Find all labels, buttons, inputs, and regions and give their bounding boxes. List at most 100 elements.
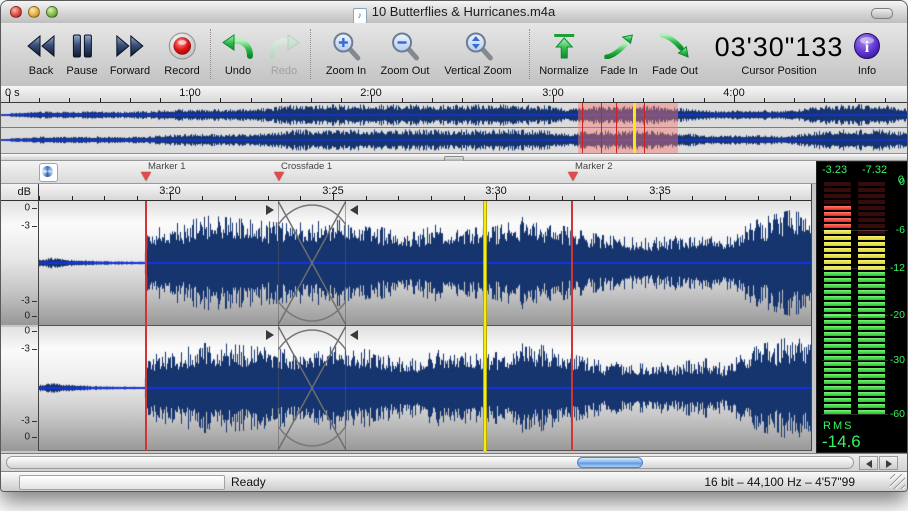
led-segment (858, 248, 885, 252)
ruler-tick (130, 98, 131, 102)
overview-ruler-label: 2:00 (360, 87, 381, 99)
scroll-right-button[interactable] (879, 456, 898, 470)
meter-gridline (822, 315, 888, 316)
marker-triangle-icon[interactable] (274, 172, 284, 181)
toolbar-toggle-button[interactable] (871, 8, 893, 19)
forward-button[interactable]: Forward (110, 27, 150, 77)
fade-in-button[interactable]: Fade In (600, 27, 637, 77)
zoom-out-button[interactable]: Zoom Out (381, 27, 430, 77)
vertical-zoom-button[interactable]: Vertical Zoom (444, 27, 511, 77)
ruler-tick (311, 98, 312, 102)
db-label: 0 (24, 326, 30, 337)
marker-triangle-icon[interactable] (141, 172, 151, 181)
marker-bar[interactable]: Marker 1 Crossfade 1 Marker 2 (1, 161, 816, 184)
marker-label: Marker 1 (148, 161, 185, 172)
overview-time-ruler[interactable]: 0 s1:002:003:004:00 (1, 86, 907, 103)
db-scale-column: 0-3-300-3-30 (1, 201, 39, 451)
back-button[interactable]: Back (25, 27, 57, 77)
title-bar[interactable]: ♪10 Butterflies & Hurricanes.m4a (1, 1, 907, 24)
scrollbar-track[interactable] (6, 456, 854, 469)
db-unit-box: dB (1, 184, 39, 201)
crossfade-right-handle-icon[interactable] (350, 330, 358, 340)
cursor-position-value: 03'30"133 (715, 29, 844, 65)
pause-icon (66, 27, 97, 65)
window-title: ♪10 Butterflies & Hurricanes.m4a (1, 4, 907, 24)
marker-triangle-icon[interactable] (568, 172, 578, 181)
led-segment (858, 344, 885, 348)
redo-button[interactable]: Redo (267, 27, 301, 77)
audio-editor-window: ♪10 Butterflies & Hurricanes.m4a Back Pa… (0, 0, 908, 492)
scrollbar-thumb[interactable] (577, 457, 643, 468)
led-segment (824, 254, 851, 258)
marker-2-line (571, 201, 573, 451)
crossfade-region[interactable] (278, 201, 346, 325)
info-button[interactable]: i Info (853, 27, 881, 77)
led-segment (824, 194, 851, 198)
ruler-tick (281, 98, 282, 102)
right-arrow-icon (886, 460, 892, 468)
level-meter: -3.23 -7.32 00-6-12-20-30-60RMS-14.6 (816, 161, 908, 453)
db-label: 0 (24, 432, 30, 443)
led-segment (858, 398, 885, 402)
waveform-channel-1[interactable] (39, 201, 811, 326)
waveform-channel-2[interactable] (39, 326, 811, 451)
main-ruler-label: 3:25 (322, 185, 343, 197)
marker-label: Crossfade 1 (281, 161, 332, 172)
ruler-tick (100, 98, 101, 102)
crossfade-right-handle-icon[interactable] (350, 205, 358, 215)
ruler-tick (104, 196, 105, 200)
main-time-ruler[interactable]: 3:203:253:303:35 (39, 184, 811, 201)
db-tick (32, 421, 37, 422)
resize-grip[interactable] (890, 474, 905, 489)
main-ruler-label: 3:20 (159, 185, 180, 197)
waveform-editor[interactable]: 3:203:253:303:35 (39, 184, 812, 451)
led-segment (824, 290, 851, 294)
overview-selection-highlight[interactable] (578, 103, 678, 153)
playback-cursor-line[interactable] (483, 201, 487, 451)
fade-in-arrow-icon (600, 27, 637, 65)
led-segment (858, 242, 885, 246)
horizontal-scrollbar[interactable] (1, 453, 907, 471)
rms-label: RMS (823, 420, 853, 432)
overview-ruler-label: 1:00 (179, 87, 200, 99)
ruler-tick (673, 98, 674, 102)
crossfade-left-handle-icon[interactable] (266, 330, 274, 340)
ruler-tick (725, 196, 726, 200)
overview-channel-1[interactable] (1, 103, 907, 127)
zoom-in-button[interactable]: Zoom In (326, 27, 366, 77)
waveform-canvas-1[interactable] (39, 201, 811, 325)
ruler-tick (692, 196, 693, 200)
led-segment (858, 386, 885, 390)
ruler-tick (492, 98, 493, 102)
pause-button[interactable]: Pause (66, 27, 97, 77)
led-segment (858, 404, 885, 408)
led-segment (824, 182, 851, 186)
led-segment (824, 188, 851, 192)
redo-arrow-icon (267, 27, 301, 65)
waveform-canvas-2[interactable] (39, 326, 811, 450)
crossfade-region[interactable] (278, 326, 346, 450)
led-segment (858, 296, 885, 300)
ruler-tick (764, 98, 765, 102)
overview-channel-2[interactable] (1, 128, 907, 152)
record-button[interactable]: Record (164, 27, 199, 77)
led-segment (858, 218, 885, 222)
overview-cursor-line (633, 103, 636, 153)
led-segment (858, 374, 885, 378)
normalize-button[interactable]: Normalize (539, 27, 589, 77)
crossfade-left-handle-icon[interactable] (266, 205, 274, 215)
overview-marker-line (616, 103, 617, 153)
overview-marker-line (644, 103, 645, 153)
led-segment (858, 278, 885, 282)
overview-waveform[interactable] (1, 103, 907, 153)
meter-gridline (822, 360, 888, 361)
scroll-left-button[interactable] (859, 456, 878, 470)
marker-label: Marker 2 (575, 161, 612, 172)
db-label: -3 (21, 416, 30, 427)
undo-button[interactable]: Undo (221, 27, 255, 77)
ruler-tick (366, 196, 367, 200)
fade-out-button[interactable]: Fade Out (652, 27, 698, 77)
led-segment (824, 200, 851, 204)
track-icon[interactable] (39, 163, 58, 182)
pane-splitter[interactable] (1, 153, 907, 161)
